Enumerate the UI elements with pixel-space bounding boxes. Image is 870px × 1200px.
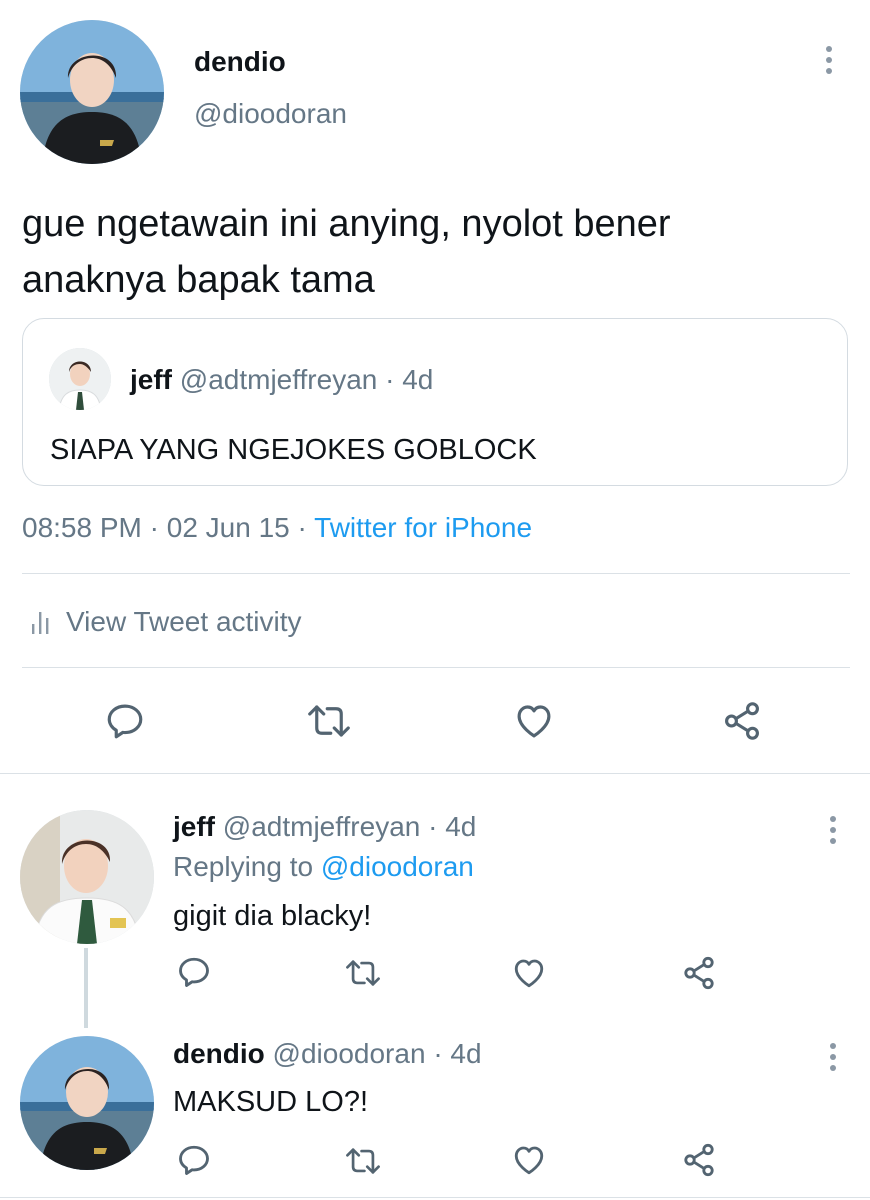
more-vertical-icon[interactable] (830, 816, 838, 849)
retweet-icon[interactable] (304, 700, 354, 742)
activity-bars-icon[interactable] (30, 610, 52, 634)
like-icon[interactable] (512, 700, 556, 742)
separator: · (149, 512, 159, 543)
reply-meta: jeff @adtmjeffreyan · 4d (173, 811, 476, 843)
reply-icon[interactable] (176, 954, 212, 990)
thread-line (84, 948, 88, 1028)
reply-name[interactable]: dendio (173, 1038, 265, 1069)
reply-text: MAKSUD LO?! (173, 1086, 368, 1118)
like-icon[interactable] (510, 1142, 548, 1178)
like-icon[interactable] (510, 955, 548, 991)
author-handle[interactable]: @dioodoran (194, 98, 347, 130)
tweet-time: 08:58 PM (22, 512, 142, 543)
more-vertical-icon[interactable] (826, 46, 834, 79)
reply-age: 4d (450, 1038, 482, 1069)
tweet-date: 02 Jun 15 (166, 512, 290, 543)
reply-name[interactable]: jeff (173, 811, 215, 842)
divider (22, 667, 850, 668)
more-vertical-icon[interactable] (830, 1043, 838, 1076)
separator: · (433, 1038, 443, 1069)
replying-to-label: Replying to (173, 851, 314, 882)
separator: · (297, 512, 307, 543)
quoted-meta: jeff @adtmjeffreyan · 4d (130, 364, 433, 396)
divider (22, 573, 850, 574)
author-avatar[interactable] (20, 20, 164, 164)
quoted-text: SIAPA YANG NGEJOKES GOBLOCK (50, 434, 537, 466)
separator: · (385, 364, 395, 395)
tweet-text-line: anaknya bapak tama (22, 259, 375, 301)
replying-to-link[interactable]: @dioodoran (321, 851, 474, 882)
share-icon[interactable] (720, 700, 764, 742)
divider (0, 1197, 870, 1198)
tweet-source-link[interactable]: Twitter for iPhone (314, 512, 532, 543)
quoted-avatar[interactable] (49, 348, 111, 410)
reply-meta: dendio @dioodoran · 4d (173, 1038, 482, 1070)
retweet-icon[interactable] (342, 956, 384, 990)
quoted-age: 4d (402, 364, 434, 395)
reply-icon[interactable] (104, 700, 146, 742)
replying-to: Replying to @dioodoran (173, 851, 474, 883)
share-icon[interactable] (680, 955, 718, 991)
divider (0, 773, 870, 774)
view-tweet-activity-link[interactable]: View Tweet activity (66, 606, 302, 638)
author-name[interactable]: dendio (194, 46, 286, 78)
reply-age: 4d (445, 811, 477, 842)
retweet-icon[interactable] (342, 1144, 384, 1178)
tweet-timestamp: 08:58 PM · 02 Jun 15 · Twitter for iPhon… (22, 512, 532, 544)
reply-text: gigit dia blacky! (173, 900, 372, 932)
reply-icon[interactable] (176, 1142, 212, 1178)
reply-handle[interactable]: @dioodoran (273, 1038, 426, 1069)
share-icon[interactable] (680, 1142, 718, 1178)
separator: · (428, 811, 438, 842)
quoted-name[interactable]: jeff (130, 364, 172, 395)
tweet-text-line: gue ngetawain ini anying, nyolot bener (22, 203, 671, 245)
reply-avatar[interactable] (20, 1036, 154, 1170)
reply-handle[interactable]: @adtmjeffreyan (223, 811, 421, 842)
reply-avatar[interactable] (20, 810, 154, 944)
tweet-text: gue ngetawain ini anying, nyolot bener a… (22, 196, 671, 308)
quoted-handle[interactable]: @adtmjeffreyan (180, 364, 378, 395)
